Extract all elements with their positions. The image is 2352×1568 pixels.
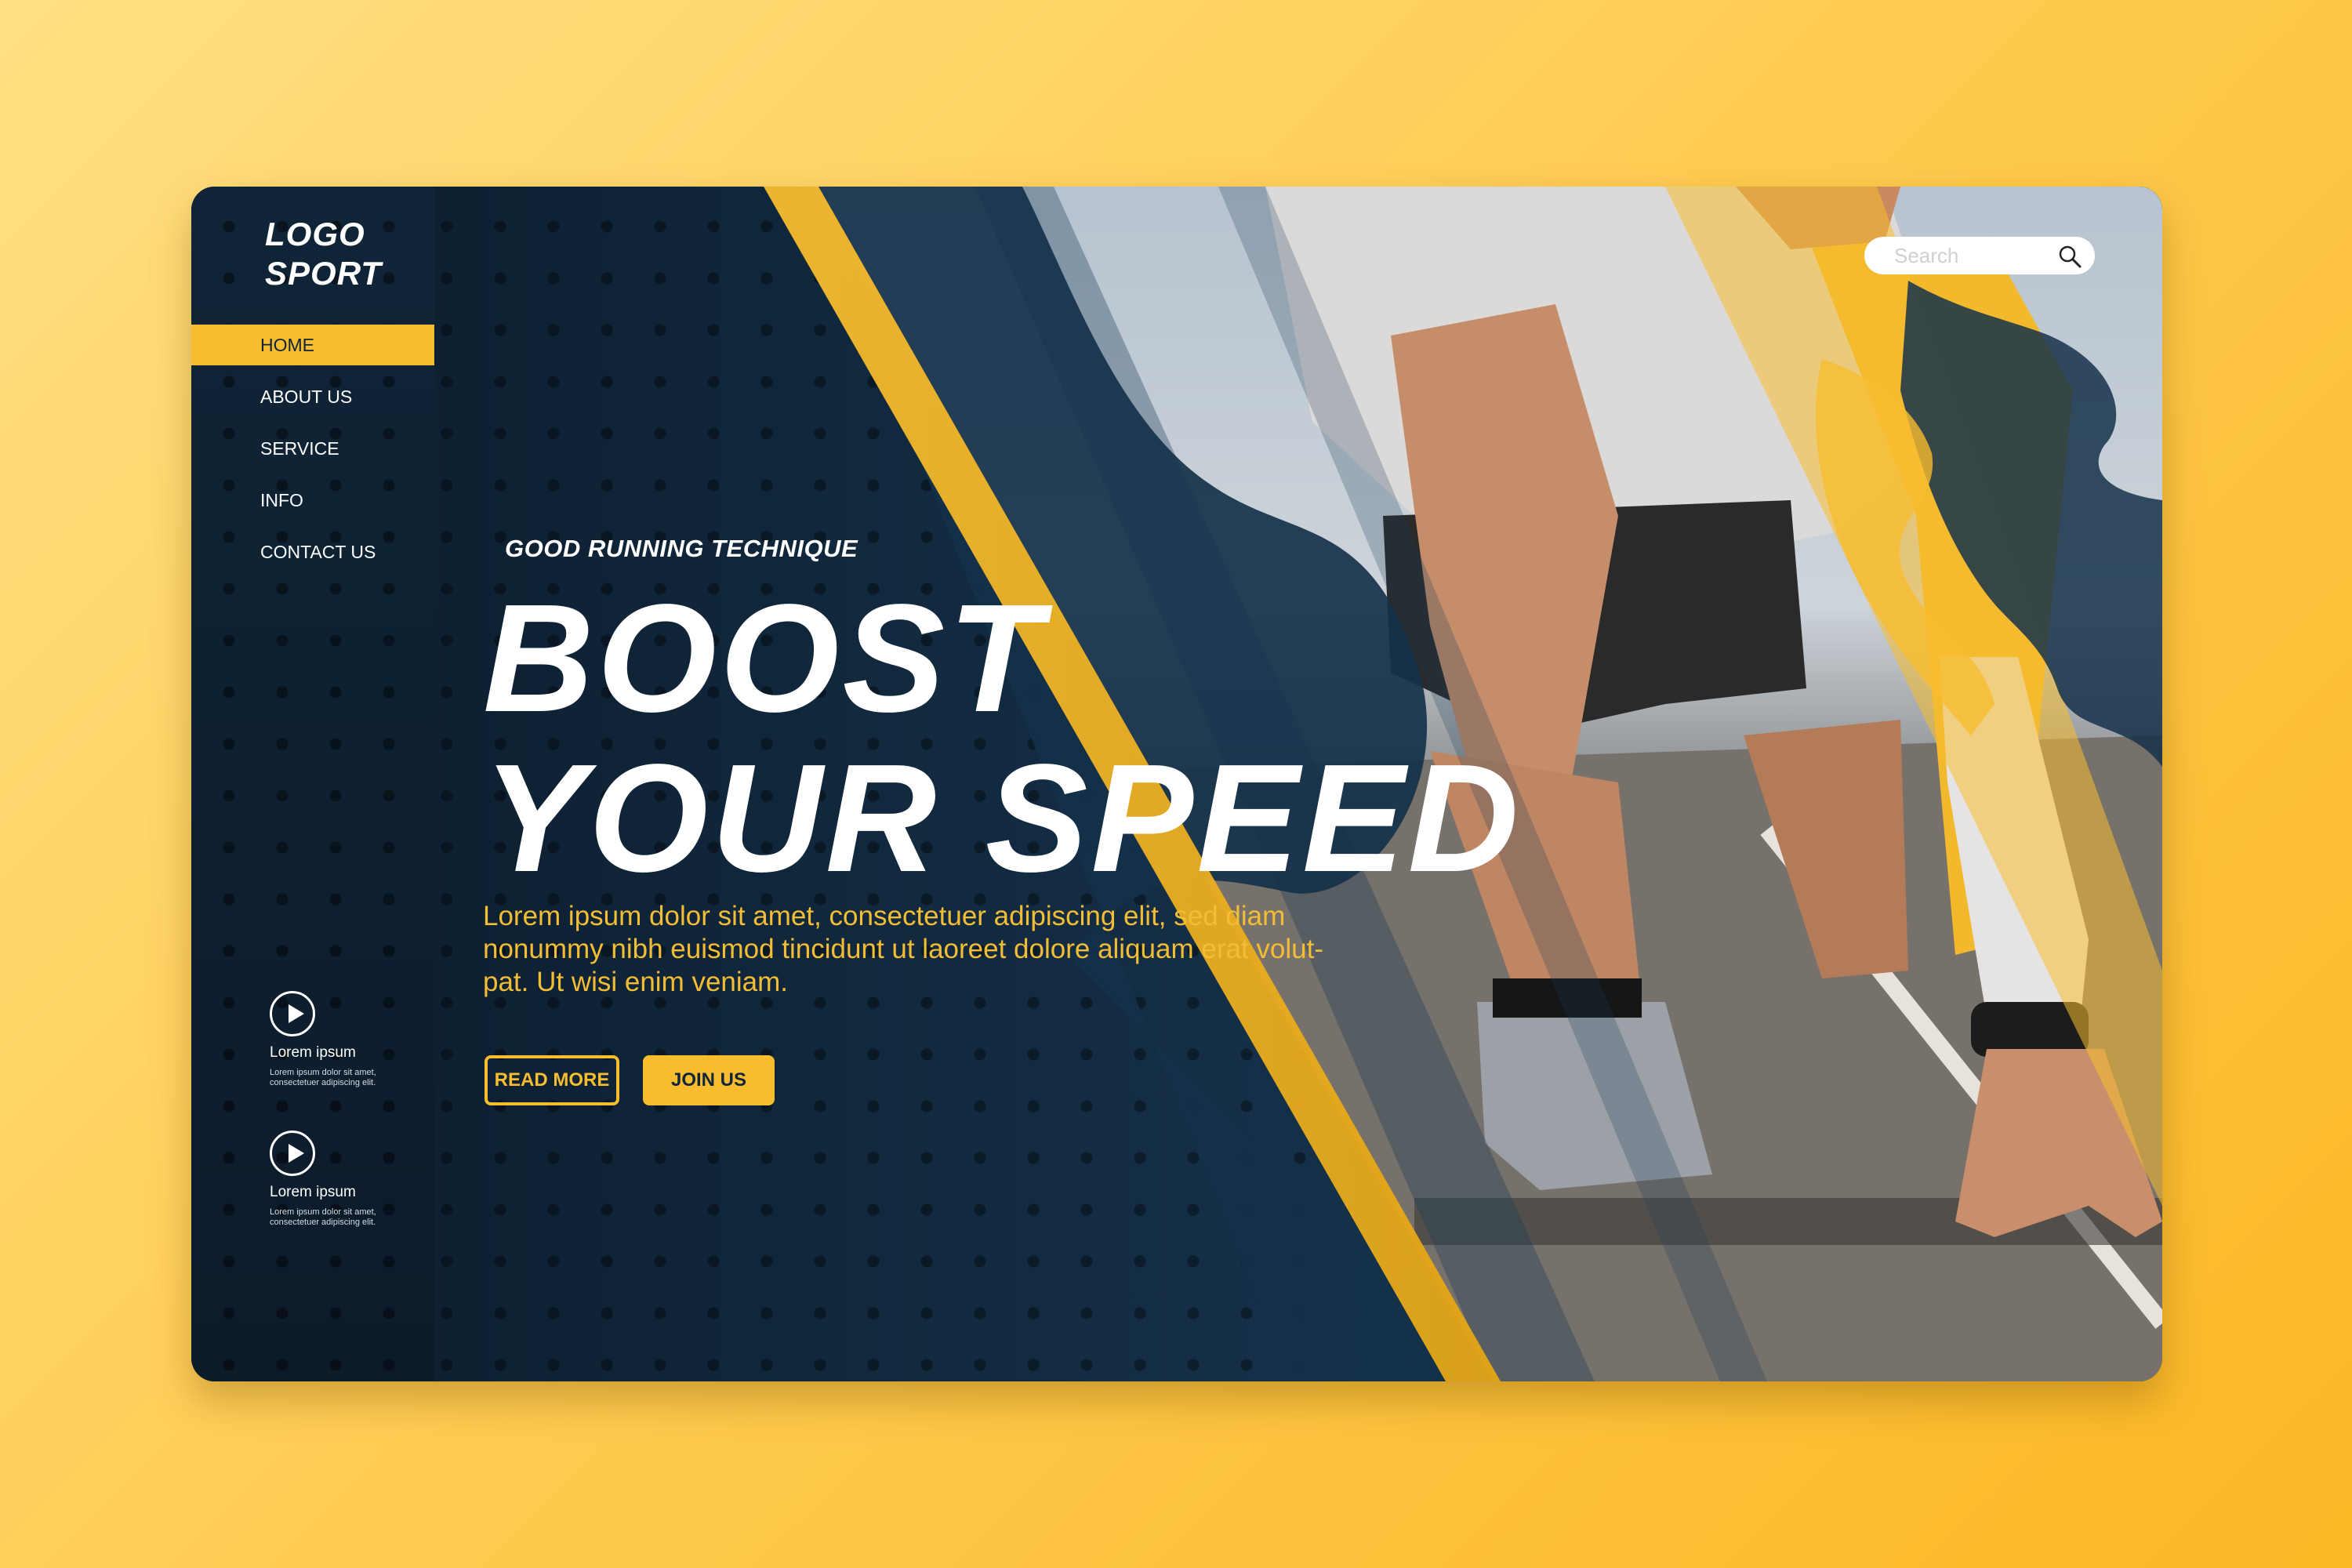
logo-line2: SPORT	[265, 255, 382, 292]
nav-item-home[interactable]: HOME	[191, 325, 434, 365]
search-icon[interactable]	[2057, 244, 2082, 269]
feature-item: Lorem ipsum Lorem ipsum dolor sit amet, …	[270, 991, 387, 1088]
nav-item-contact-us[interactable]: CONTACT US	[191, 532, 434, 572]
hero-tagline: GOOD RUNNING TECHNIQUE	[505, 535, 858, 562]
logo-line1: LOGO	[265, 216, 365, 252]
feature-text: Lorem ipsum dolor sit amet, consectetuer…	[270, 1207, 376, 1227]
headline-line1: BOOST	[483, 572, 1045, 744]
main-nav: HOME ABOUT US SERVICE INFO CONTACT US	[191, 325, 434, 583]
search-input[interactable]	[1894, 243, 2043, 268]
hero-headline: BOOST YOUR SPEED	[483, 579, 1522, 898]
nav-item-info[interactable]: INFO	[191, 480, 434, 521]
feature-item: Lorem ipsum Lorem ipsum dolor sit amet, …	[270, 1131, 387, 1228]
headline-line2: YOUR SPEED	[483, 732, 1523, 904]
join-us-button[interactable]: JOIN US	[643, 1055, 775, 1105]
feature-title: Lorem ipsum	[270, 1184, 356, 1200]
feature-text: Lorem ipsum dolor sit amet, consectetuer…	[270, 1068, 376, 1087]
landing-card: LOGO SPORT HOME ABOUT US SERVICE INFO CO…	[191, 187, 2162, 1381]
logo[interactable]: LOGO SPORT	[265, 215, 382, 293]
hero-body: Lorem ipsum dolor sit amet, consectetuer…	[483, 901, 1323, 997]
nav-item-about-us[interactable]: ABOUT US	[191, 376, 434, 417]
feature-title: Lorem ipsum	[270, 1044, 356, 1061]
read-more-button[interactable]: READ MORE	[485, 1055, 619, 1105]
sidebar: LOGO SPORT HOME ABOUT US SERVICE INFO CO…	[191, 187, 434, 1381]
play-icon[interactable]	[270, 991, 315, 1036]
nav-item-service[interactable]: SERVICE	[191, 428, 434, 469]
search-bar	[1864, 237, 2095, 274]
play-icon[interactable]	[270, 1131, 315, 1176]
